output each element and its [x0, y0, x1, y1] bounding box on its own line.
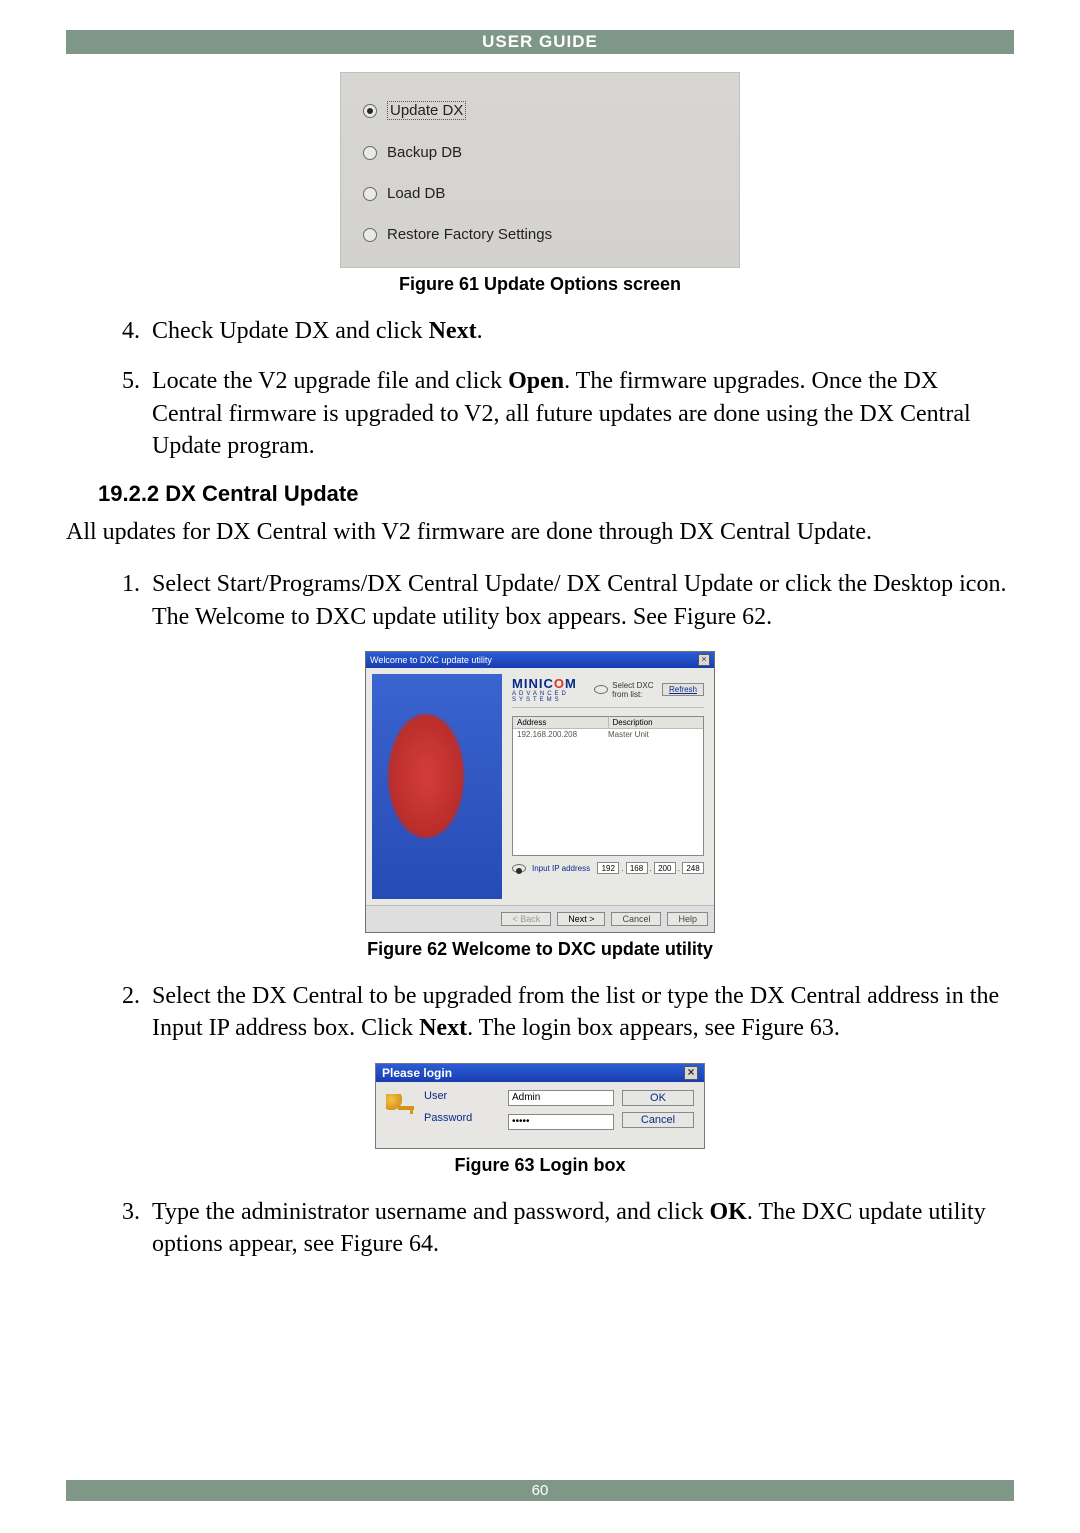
step-text: Check Update DX and click — [152, 318, 429, 344]
cancel-button[interactable]: Cancel — [611, 912, 661, 926]
select-from-list-row[interactable]: Select DXC from list: — [594, 681, 662, 699]
list-item[interactable]: 192.168.200.208 Master Unit — [513, 729, 703, 740]
step-bold: OK — [709, 1199, 746, 1225]
step-b3: Type the administrator username and pass… — [152, 1196, 1014, 1261]
back-button[interactable]: < Back — [501, 912, 551, 926]
option-label: Restore Factory Settings — [387, 226, 552, 243]
close-icon[interactable]: × — [684, 1066, 698, 1080]
step-text: Type the administrator username and pass… — [152, 1199, 709, 1225]
wizard-button-bar: < Back Next > Cancel Help — [366, 905, 714, 932]
dot: . — [621, 864, 623, 873]
radio-icon[interactable] — [512, 864, 526, 873]
cancel-button[interactable]: Cancel — [622, 1112, 694, 1128]
step-b2: Select the DX Central to be upgraded fro… — [152, 980, 1014, 1045]
select-label: Select DXC from list: — [612, 681, 662, 699]
cell-address: 192.168.200.208 — [517, 730, 608, 739]
cell-description: Master Unit — [608, 730, 699, 739]
figure-63-caption: Figure 63 Login box — [66, 1155, 1014, 1176]
step-text: Locate the V2 upgrade file and click — [152, 368, 508, 394]
wizard-sidebar-image — [372, 674, 502, 899]
step-bold: Next — [419, 1015, 467, 1041]
ip-octet-2[interactable] — [626, 862, 648, 874]
option-backup-db[interactable]: Backup DB — [363, 144, 717, 161]
dxc-update-utility-window: Welcome to DXC update utility × MINICOM … — [365, 651, 715, 933]
ok-button[interactable]: OK — [622, 1090, 694, 1106]
ip-label: Input IP address — [532, 864, 590, 873]
step-text: . — [477, 318, 483, 344]
user-label: User — [424, 1090, 500, 1102]
dot: . — [678, 864, 680, 873]
header-bar: USER GUIDE — [66, 30, 1014, 54]
step-bold: Open — [508, 368, 564, 394]
step-text: Select Start/Programs/DX Central Update/… — [152, 571, 1006, 629]
update-options-panel: Update DX Backup DB Load DB Restore Fact… — [340, 72, 740, 268]
radio-icon[interactable] — [363, 146, 377, 160]
radio-icon[interactable] — [594, 685, 608, 694]
option-restore-factory[interactable]: Restore Factory Settings — [363, 226, 717, 243]
password-field[interactable] — [508, 1114, 614, 1130]
next-button[interactable]: Next > — [557, 912, 605, 926]
key-icon — [386, 1094, 416, 1124]
steps-list-a: Check Update DX and click Next. Locate t… — [66, 315, 1014, 463]
option-label: Backup DB — [387, 144, 462, 161]
close-icon[interactable]: × — [698, 654, 710, 666]
col-address: Address — [513, 717, 609, 728]
input-ip-row[interactable]: Input IP address . . . — [512, 862, 704, 874]
col-description: Description — [609, 717, 704, 728]
password-label: Password — [424, 1112, 500, 1124]
user-field[interactable] — [508, 1090, 614, 1106]
step-text: . The login box appears, see Figure 63. — [467, 1015, 840, 1041]
window-titlebar: Please login × — [376, 1064, 704, 1082]
option-label: Load DB — [387, 185, 445, 202]
steps-list-b: Select Start/Programs/DX Central Update/… — [66, 568, 1014, 633]
figure-62-caption: Figure 62 Welcome to DXC update utility — [66, 939, 1014, 960]
refresh-button[interactable]: Refresh — [662, 683, 704, 696]
step-4: Check Update DX and click Next. — [152, 315, 1014, 347]
option-label: Update DX — [387, 101, 466, 120]
ip-octet-3[interactable] — [654, 862, 676, 874]
help-button[interactable]: Help — [667, 912, 708, 926]
steps-list-b2: Select the DX Central to be upgraded fro… — [66, 980, 1014, 1045]
window-titlebar: Welcome to DXC update utility × — [366, 652, 714, 668]
login-dialog: Please login × User Password OK Cancel — [375, 1063, 705, 1149]
option-load-db[interactable]: Load DB — [363, 185, 717, 202]
step-bold: Next — [429, 318, 477, 344]
step-5: Locate the V2 upgrade file and click Ope… — [152, 365, 1014, 462]
steps-list-b3: Type the administrator username and pass… — [66, 1196, 1014, 1261]
footer-bar: 60 — [66, 1480, 1014, 1501]
brand-subtitle: ADVANCED SYSTEMS — [512, 691, 594, 703]
section-intro: All updates for DX Central with V2 firmw… — [66, 517, 1014, 549]
radio-icon[interactable] — [363, 228, 377, 242]
option-update-dx[interactable]: Update DX — [363, 101, 717, 120]
window-title: Please login — [382, 1066, 452, 1080]
brand-logo: MINICOM — [512, 676, 594, 691]
radio-icon[interactable] — [363, 104, 377, 118]
ip-octet-1[interactable] — [597, 862, 619, 874]
list-header: Address Description — [513, 717, 703, 729]
dot: . — [650, 864, 652, 873]
window-title: Welcome to DXC update utility — [370, 655, 492, 665]
radio-icon[interactable] — [363, 187, 377, 201]
section-heading: 19.2.2 DX Central Update — [98, 481, 1014, 507]
dxc-list[interactable]: Address Description 192.168.200.208 Mast… — [512, 716, 704, 856]
step-b1: Select Start/Programs/DX Central Update/… — [152, 568, 1014, 633]
figure-61-caption: Figure 61 Update Options screen — [66, 274, 1014, 295]
ip-octet-4[interactable] — [682, 862, 704, 874]
